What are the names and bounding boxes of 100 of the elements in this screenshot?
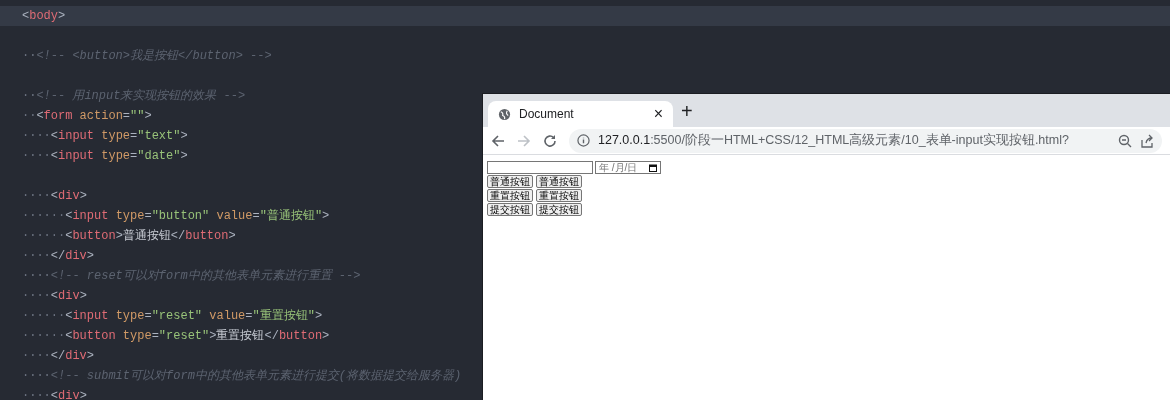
code-punctuation: > bbox=[209, 329, 217, 343]
code-string: "" bbox=[130, 109, 145, 123]
code-punctuation: > bbox=[228, 229, 236, 243]
code-punctuation: = bbox=[252, 209, 260, 223]
indent-dots: ······ bbox=[22, 229, 66, 243]
code-string: "重置按钮" bbox=[252, 309, 315, 323]
share-icon[interactable] bbox=[1140, 133, 1154, 148]
code-punctuation: = bbox=[144, 209, 152, 223]
code-text: 普通按钮 bbox=[122, 229, 171, 243]
code-punctuation: < bbox=[65, 209, 73, 223]
new-tab-button[interactable]: + bbox=[681, 101, 693, 127]
zoom-icon[interactable] bbox=[1118, 133, 1132, 148]
form-button[interactable]: 重置按钮 bbox=[487, 189, 533, 202]
indent-dots: ···· bbox=[22, 369, 51, 383]
info-icon[interactable] bbox=[577, 134, 590, 147]
code-tag: body bbox=[29, 9, 58, 23]
code-punctuation: < bbox=[65, 309, 73, 323]
text-field[interactable] bbox=[487, 161, 593, 174]
tab-title: Document bbox=[519, 106, 575, 123]
code-punctuation: < bbox=[22, 9, 30, 23]
code-tag: div bbox=[58, 289, 80, 303]
close-tab-button[interactable]: × bbox=[653, 106, 663, 122]
code-punctuation: < bbox=[36, 109, 44, 123]
back-icon[interactable] bbox=[491, 133, 505, 148]
code-punctuation: </ bbox=[50, 349, 66, 363]
code-string: "普通按钮" bbox=[259, 209, 323, 223]
code-tag: button bbox=[185, 229, 229, 243]
code-punctuation: > bbox=[322, 209, 330, 223]
indent-dots: ·· bbox=[22, 49, 37, 63]
code-punctuation: = bbox=[130, 129, 138, 143]
code-punctuation: > bbox=[144, 109, 152, 123]
code-string: "text" bbox=[137, 129, 181, 143]
code-string: "button" bbox=[151, 209, 210, 223]
code-text: 重置按钮 bbox=[216, 329, 265, 343]
code-punctuation: = bbox=[130, 149, 138, 163]
calendar-icon[interactable] bbox=[649, 163, 657, 172]
indent-dots: ······ bbox=[22, 309, 66, 323]
code-tag: div bbox=[65, 349, 87, 363]
code-string: "reset" bbox=[158, 329, 210, 343]
code-punctuation: > bbox=[86, 349, 95, 363]
code-punctuation: > bbox=[314, 309, 323, 323]
code-punctuation: > bbox=[79, 189, 87, 203]
form-button[interactable]: 重置按钮 bbox=[536, 189, 582, 202]
code-punctuation: </ bbox=[264, 329, 279, 343]
code-punctuation: > bbox=[322, 329, 330, 343]
code-punctuation: = bbox=[151, 329, 159, 343]
date-field[interactable]: 年 /月/日 bbox=[595, 161, 661, 174]
form-button[interactable]: 普通按钮 bbox=[536, 175, 582, 188]
code-tag: form bbox=[43, 109, 73, 123]
indent-dots: ···· bbox=[22, 289, 51, 303]
code-tag: button bbox=[278, 329, 323, 343]
code-tag: div bbox=[65, 249, 87, 263]
code-attribute: type bbox=[100, 149, 131, 163]
code-tag: div bbox=[58, 389, 80, 400]
code-punctuation: > bbox=[115, 229, 123, 243]
code-attribute: type bbox=[121, 329, 152, 343]
code-punctuation: > bbox=[79, 289, 87, 303]
indent-dots: ···· bbox=[22, 389, 51, 400]
form-button[interactable]: 普通按钮 bbox=[487, 175, 533, 188]
address-bar[interactable]: 127.0.0.1:5500/阶段一HTML+CSS/12_HTML高级元素/10_表单-input实现按钮.html? bbox=[569, 128, 1162, 153]
indent-dots: ···· bbox=[22, 349, 51, 363]
code-punctuation: > bbox=[86, 249, 95, 263]
code-punctuation: < bbox=[65, 229, 73, 243]
indent-dots: ···· bbox=[22, 249, 51, 263]
code-string: "reset" bbox=[151, 309, 203, 323]
code-tag: button bbox=[72, 229, 116, 243]
code-comment: <!-- <button>我是按钮</button> --> bbox=[36, 49, 272, 63]
indent-dots: ···· bbox=[22, 149, 51, 163]
globe-icon bbox=[498, 107, 511, 121]
indent-dots: ·· bbox=[22, 89, 37, 103]
form-button[interactable]: 提交按钮 bbox=[487, 203, 533, 216]
code-attribute: value bbox=[208, 309, 246, 323]
code-punctuation: </ bbox=[50, 249, 66, 263]
code-attribute: type bbox=[114, 209, 145, 223]
code-attribute: type bbox=[114, 309, 145, 323]
form-button[interactable]: 提交按钮 bbox=[536, 203, 582, 216]
indent-dots: ······ bbox=[22, 329, 66, 343]
code-punctuation: < bbox=[50, 289, 58, 303]
indent-dots: ···· bbox=[22, 189, 51, 203]
code-tag: input bbox=[58, 149, 95, 163]
code-tag: div bbox=[58, 189, 80, 203]
code-punctuation: > bbox=[58, 9, 66, 23]
indent-dots: ······ bbox=[22, 209, 66, 223]
code-punctuation: > bbox=[180, 129, 188, 143]
code-tag: input bbox=[72, 209, 109, 223]
code-punctuation: < bbox=[50, 129, 58, 143]
code-punctuation: </ bbox=[170, 229, 186, 243]
code-tag: button bbox=[72, 329, 116, 343]
indent-dots: ·· bbox=[22, 109, 37, 123]
reload-icon[interactable] bbox=[543, 133, 557, 148]
code-punctuation: = bbox=[122, 109, 131, 123]
code-punctuation: < bbox=[65, 329, 73, 343]
code-punctuation: = bbox=[144, 309, 152, 323]
browser-tab[interactable]: Document × bbox=[488, 101, 673, 127]
code-punctuation: > bbox=[79, 389, 87, 400]
code-punctuation: < bbox=[50, 149, 58, 163]
code-string: "date" bbox=[137, 149, 181, 163]
code-attribute: value bbox=[215, 209, 253, 223]
indent-dots: ···· bbox=[22, 269, 51, 283]
code-punctuation: < bbox=[50, 189, 58, 203]
